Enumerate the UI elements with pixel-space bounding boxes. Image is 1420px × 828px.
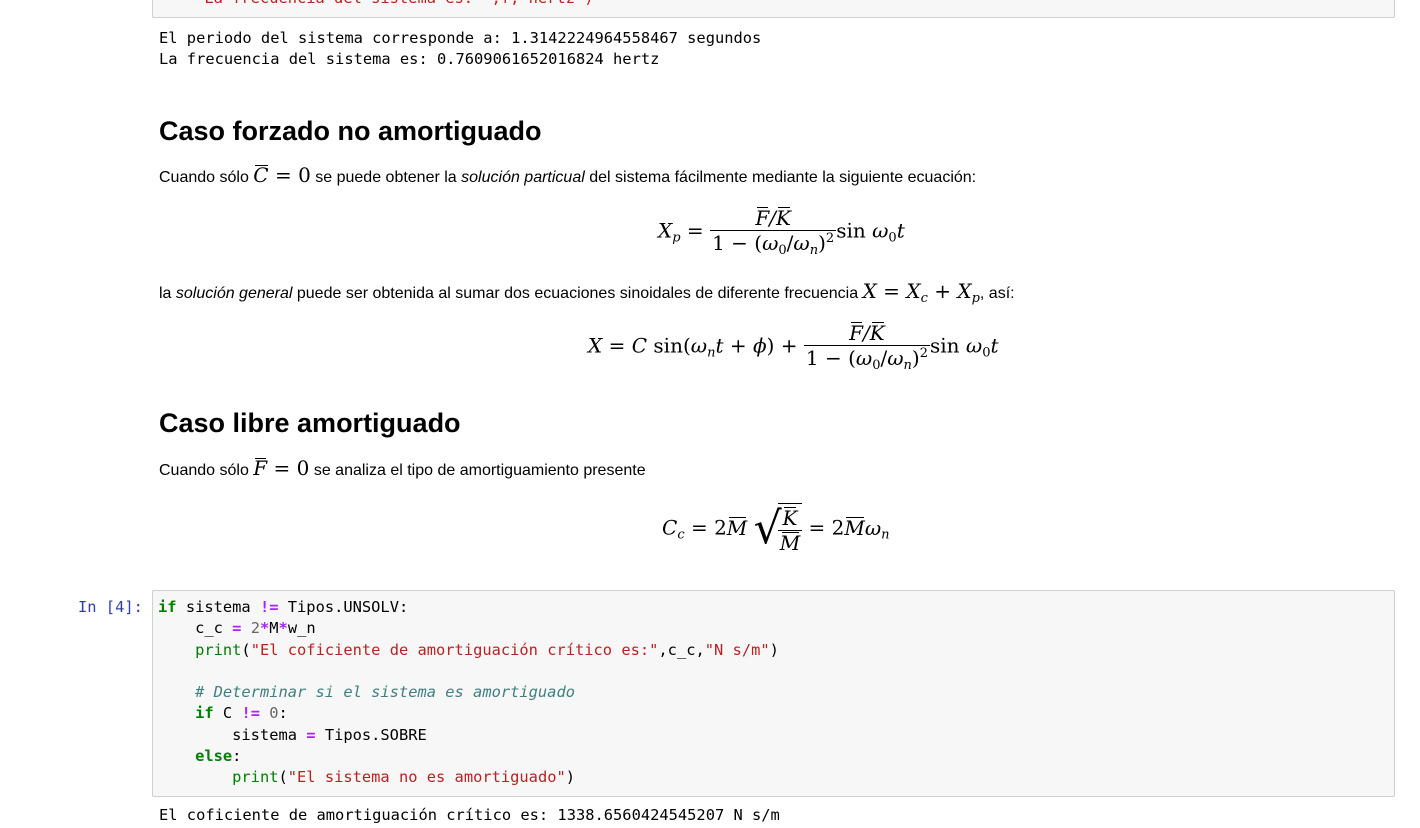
equation-particular-solution: Xp = F/K 1 − (ω0/ωn)2 sin ω0t — [658, 206, 905, 258]
paragraph-free-damped-intro: Cuando sólo F = 0 se analiza el tipo de … — [159, 456, 646, 480]
code-line: if sistema != Tipos.UNSOLV: — [158, 598, 409, 616]
equation-general-solution: X = C sin(ωnt + ϕ) + F/K 1 − (ω0/ωn)2 sin … — [588, 321, 999, 373]
code-line: # Determinar si el sistema es amortiguad… — [195, 683, 575, 701]
code-line: sistema = Tipos.SOBRE — [158, 726, 427, 744]
section-heading-free-damped: Caso libre amortiguado — [159, 408, 461, 438]
output-line: El coficiente de amortiguación crítico e… — [159, 806, 780, 824]
code-line: else: — [195, 747, 242, 765]
section-heading-forced: Caso forzado no amortiguado — [159, 116, 542, 146]
output-line: La frecuencia del sistema es: 0.76090616… — [159, 50, 660, 68]
code-line: c_c = 2*M*w_n — [158, 619, 316, 637]
cell-prompt: In [4]: — [78, 598, 143, 616]
paragraph-general-solution: la solución general puede ser obtenida a… — [159, 279, 1015, 306]
code-line: print("El coficiente de amortiguación cr… — [195, 641, 779, 659]
code-line-partial: "La frecuencia del sistema es: ",f,"hert… — [158, 0, 593, 9]
paragraph-forced-intro: Cuando sólo C = 0 se puede obtener la so… — [159, 163, 977, 187]
output-line: El periodo del sistema corresponde a: 1.… — [159, 29, 762, 47]
code-line: if C != 0: — [195, 704, 288, 722]
code-line: print("El sistema no es amortiguado") — [232, 768, 576, 786]
equation-critical-damping: Cc = 2M √ K M = 2Mωn — [662, 503, 890, 555]
